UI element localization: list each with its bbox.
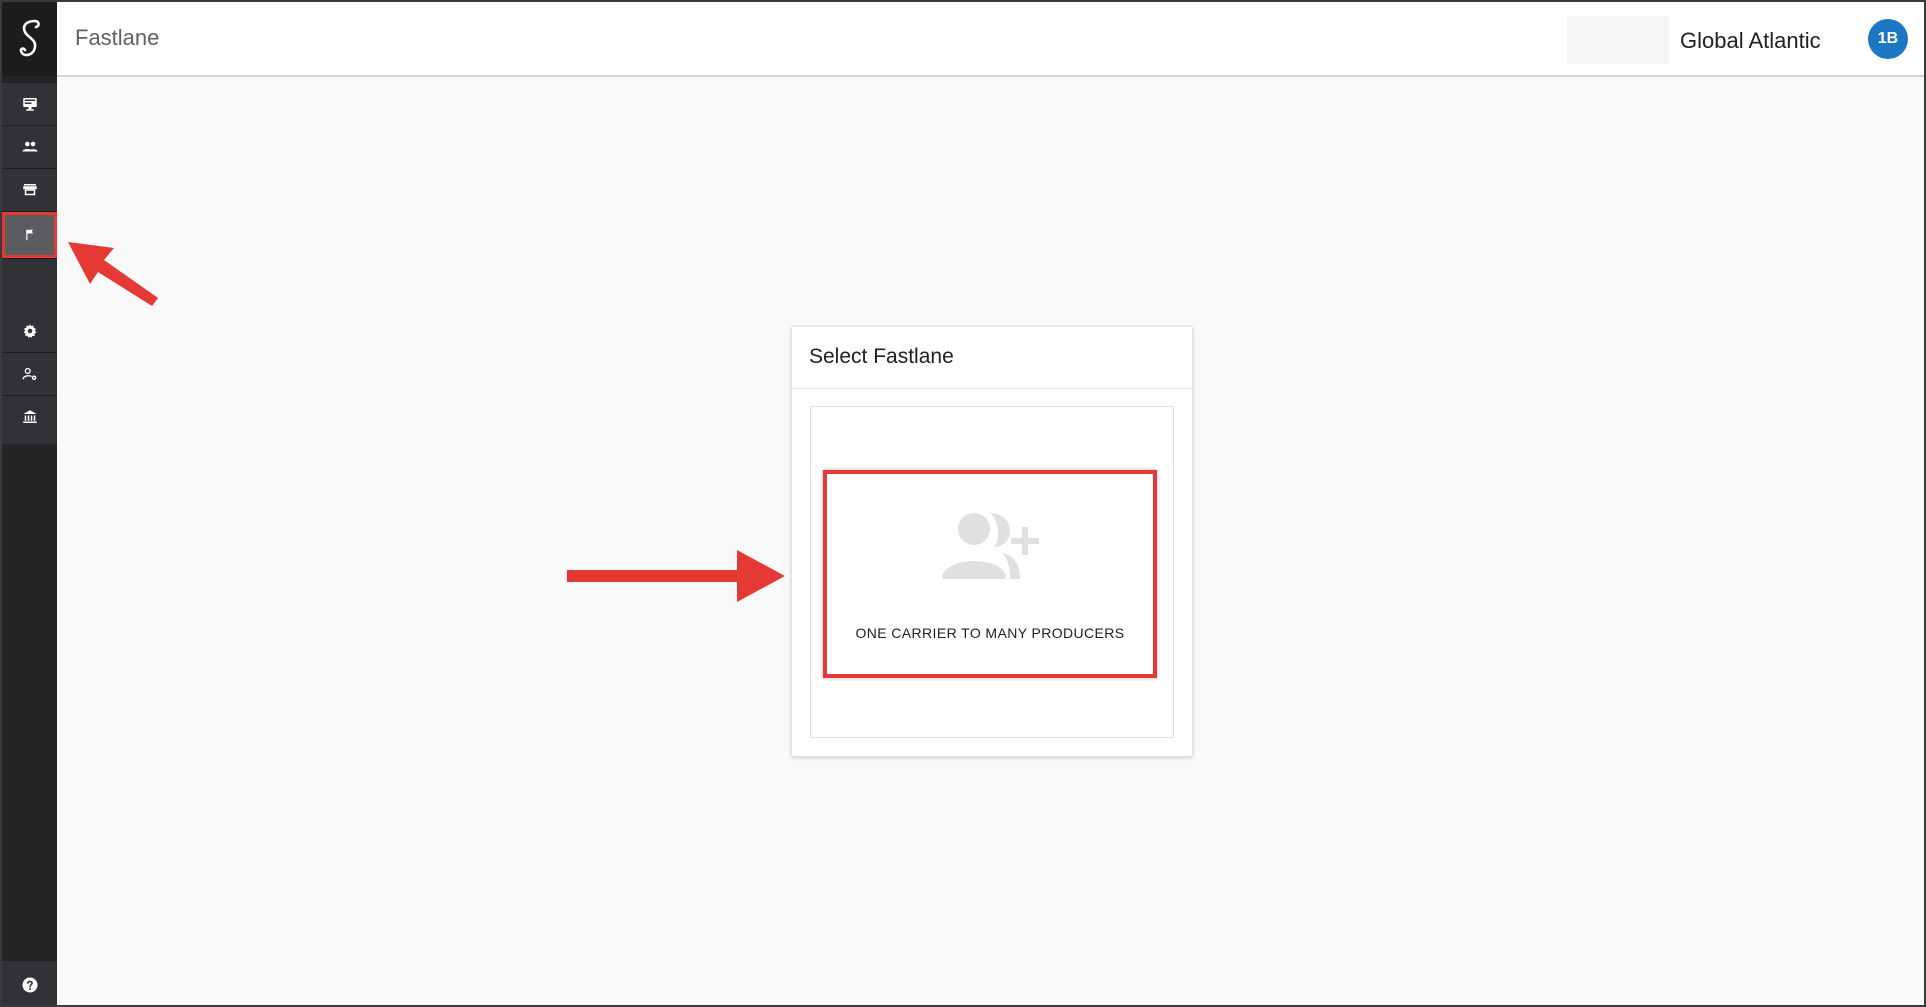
monitor-icon bbox=[22, 98, 37, 111]
sidebar-item-people[interactable] bbox=[2, 126, 57, 168]
card-divider bbox=[792, 388, 1192, 389]
sidebar-item-dashboard[interactable] bbox=[2, 83, 57, 125]
sidebar-item-fastlane[interactable] bbox=[2, 212, 57, 258]
organization-name[interactable]: Global Atlantic bbox=[1680, 28, 1821, 54]
top-header: Fastlane Global Atlantic 1B bbox=[57, 2, 1924, 77]
annotation-highlight-box bbox=[823, 470, 1157, 678]
header-logo-placeholder bbox=[1567, 16, 1669, 64]
bank-icon bbox=[22, 410, 37, 423]
card-title: Select Fastlane bbox=[809, 345, 954, 368]
store-icon bbox=[22, 184, 37, 196]
sidebar-admin-menu bbox=[2, 310, 57, 444]
sidebar-item-store[interactable] bbox=[2, 169, 57, 211]
app-logo[interactable] bbox=[2, 2, 57, 76]
sidebar-item-settings[interactable] bbox=[2, 310, 57, 352]
help-icon bbox=[22, 977, 37, 993]
flag-icon bbox=[25, 229, 33, 241]
sidebar-item-bank[interactable] bbox=[2, 396, 57, 438]
sidebar-item-blank[interactable] bbox=[2, 259, 57, 297]
people-icon bbox=[22, 141, 37, 152]
user-avatar[interactable]: 1B bbox=[1868, 19, 1908, 59]
scroll-s-logo-icon bbox=[19, 19, 40, 57]
sidebar-item-user-settings[interactable] bbox=[2, 353, 57, 395]
app-frame: Fastlane Global Atlantic 1B Select Fastl… bbox=[0, 0, 1926, 1007]
sidebar bbox=[2, 2, 57, 1005]
annotation-arrow-card bbox=[567, 550, 785, 602]
page-title: Fastlane bbox=[75, 25, 160, 50]
gear-icon bbox=[23, 324, 36, 338]
help-button[interactable] bbox=[2, 961, 57, 1005]
annotation-arrow-sidebar bbox=[68, 242, 158, 306]
user-settings-icon bbox=[22, 367, 36, 380]
